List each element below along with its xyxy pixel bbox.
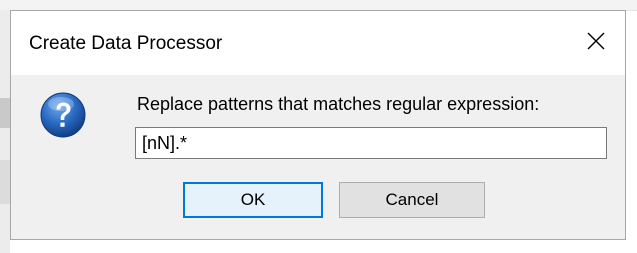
background-window-left-strip [0,10,10,253]
question-icon [40,92,86,138]
cancel-button[interactable]: Cancel [339,182,485,218]
background-window-element [0,98,10,128]
background-window-element [0,160,10,204]
ok-button[interactable]: OK [183,182,323,218]
dialog-title: Create Data Processor [29,33,223,54]
prompt-label: Replace patterns that matches regular ex… [137,94,540,114]
close-icon [587,32,605,50]
dialog-content: Replace patterns that matches regular ex… [11,75,625,239]
dialog-title-bar[interactable]: Create Data Processor [11,11,625,75]
create-data-processor-dialog: Create Data Processor Replace patterns t… [10,10,626,240]
regex-input[interactable] [135,127,607,159]
close-button[interactable] [567,11,625,71]
